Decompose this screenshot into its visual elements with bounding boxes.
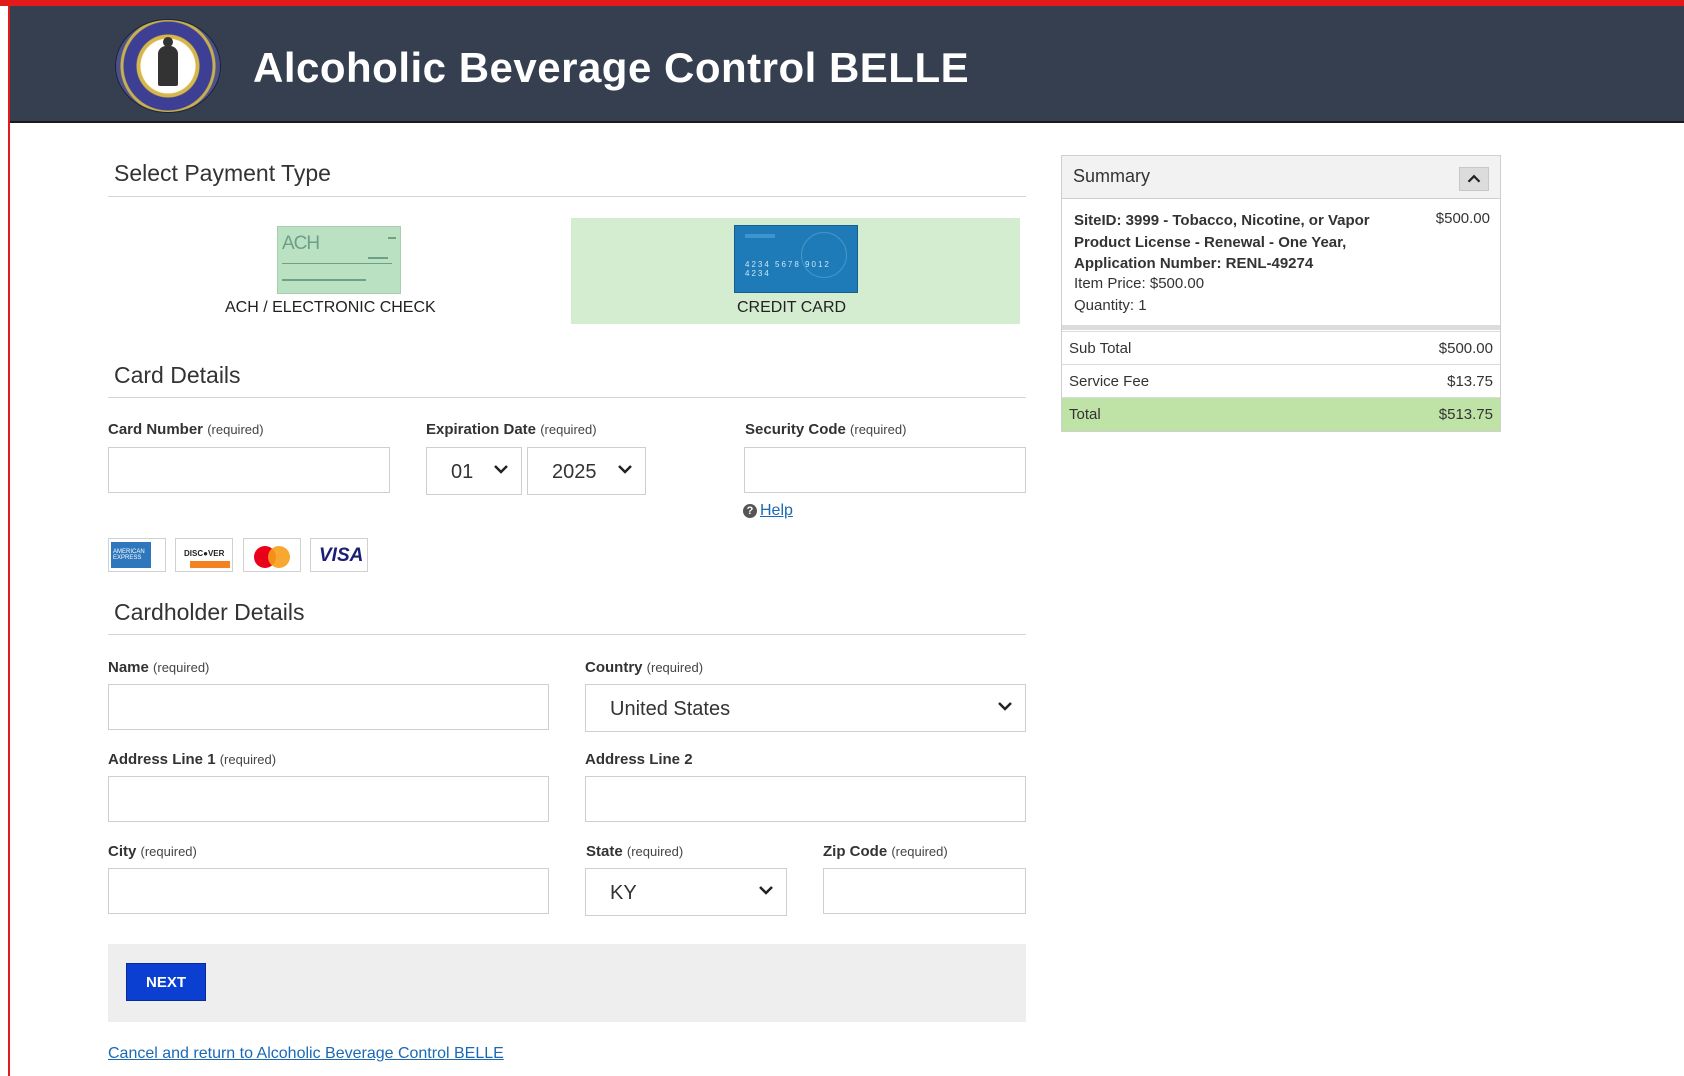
zip-code-input[interactable] — [823, 868, 1026, 914]
payment-type-divider — [108, 196, 1026, 197]
zip-code-label-text: Zip Code — [823, 843, 888, 860]
required-hint: (required) — [219, 752, 277, 767]
address-line-1-label: Address Line 1 (required) — [108, 751, 276, 768]
ach-check-icon[interactable]: ACH — [277, 226, 401, 294]
summary-header: Summary — [1062, 156, 1500, 199]
summary-total-row: Total $513.75 — [1062, 397, 1500, 431]
name-input[interactable] — [108, 684, 549, 730]
required-hint: (required) — [140, 844, 197, 859]
expiration-date-label: Expiration Date (required) — [426, 421, 597, 438]
cardholder-details-title: Cardholder Details — [114, 599, 305, 625]
card-number-label: Card Number (required) — [108, 421, 264, 438]
app-title: Alcoholic Beverage Control BELLE — [253, 44, 970, 91]
required-hint: (required) — [540, 422, 597, 437]
security-code-help-link[interactable]: Help — [760, 502, 793, 520]
country-value: United States — [610, 698, 731, 720]
expiration-year-select[interactable]: 2025 — [527, 447, 646, 495]
total-value: $513.75 — [1438, 406, 1493, 423]
chevron-up-icon — [1467, 174, 1481, 183]
app-header: Alcoholic Beverage Control BELLE — [10, 6, 1684, 123]
cancel-return-link[interactable]: Cancel and return to Alcoholic Beverage … — [108, 1045, 504, 1063]
required-hint: (required) — [153, 660, 210, 675]
summary-title: Summary — [1073, 166, 1151, 186]
security-code-input[interactable] — [744, 447, 1026, 493]
summary-separator — [1062, 325, 1500, 330]
window-frame-left — [8, 0, 10, 1076]
name-label: Name (required) — [108, 659, 209, 676]
summary-service-fee-row: Service Fee $13.75 — [1062, 364, 1500, 397]
seal-figure-icon — [158, 37, 178, 86]
required-hint: (required) — [891, 844, 948, 859]
required-hint: (required) — [207, 422, 264, 437]
payment-option-credit-card-label[interactable]: CREDIT CARD — [737, 299, 846, 317]
summary-subtotal-row: Sub Total $500.00 — [1062, 331, 1500, 364]
subtotal-value: $500.00 — [1438, 340, 1493, 357]
expiration-date-label-text: Expiration Date — [426, 421, 537, 438]
name-label-text: Name — [108, 659, 149, 676]
required-hint: (required) — [850, 422, 907, 437]
address-line-2-label-text: Address Line 2 — [585, 751, 693, 768]
city-label-text: City — [108, 843, 137, 860]
service-fee-value: $13.75 — [1447, 373, 1493, 390]
state-value: KY — [610, 882, 637, 904]
address-line-1-label-text: Address Line 1 — [108, 751, 216, 768]
expiration-month-select[interactable]: 01 — [426, 447, 522, 495]
card-details-divider — [108, 397, 1026, 398]
chevron-down-icon — [998, 702, 1012, 711]
address-line-2-input[interactable] — [585, 776, 1026, 822]
city-label: City (required) — [108, 843, 197, 860]
address-line-1-input[interactable] — [108, 776, 549, 822]
state-label: State (required) — [586, 843, 683, 860]
summary-collapse-button[interactable] — [1459, 167, 1489, 191]
card-number-input[interactable] — [108, 447, 390, 493]
next-button[interactable]: NEXT — [126, 963, 206, 1001]
expiration-month-value: 01 — [451, 461, 474, 483]
summary-item-amount: $500.00 — [1435, 210, 1490, 227]
country-label-text: Country — [585, 659, 643, 676]
total-label: Total — [1069, 406, 1101, 423]
payment-option-ach-label[interactable]: ACH / ELECTRONIC CHECK — [225, 299, 436, 317]
cardholder-details-divider — [108, 634, 1026, 635]
visa-icon: VISA — [310, 538, 368, 572]
required-hint: (required) — [626, 844, 684, 859]
chevron-down-icon — [759, 886, 773, 895]
action-bar — [108, 944, 1026, 1022]
discover-icon: DISC●VER — [175, 538, 233, 572]
address-line-2-label: Address Line 2 — [585, 751, 693, 768]
mastercard-icon — [243, 538, 301, 572]
summary-item-description: SiteID: 3999 - Tobacco, Nicotine, or Vap… — [1074, 212, 1370, 272]
country-label: Country (required) — [585, 659, 703, 676]
summary-quantity: Quantity: 1 — [1074, 297, 1147, 314]
credit-card-icon[interactable]: 4234 5678 9012 4234 — [734, 225, 858, 293]
chevron-down-icon — [494, 465, 508, 474]
service-fee-label: Service Fee — [1069, 373, 1150, 390]
required-hint: (required) — [646, 660, 704, 675]
subtotal-label: Sub Total — [1069, 340, 1132, 357]
state-label-text: State — [586, 843, 623, 860]
question-circle-icon[interactable]: ? — [743, 504, 757, 518]
kentucky-seal-icon — [116, 20, 220, 112]
chevron-down-icon — [618, 465, 632, 474]
state-select[interactable]: KY — [585, 868, 787, 916]
american-express-icon: AMERICAN EXPRESS — [108, 538, 166, 572]
city-input[interactable] — [108, 868, 549, 914]
zip-code-label: Zip Code (required) — [823, 843, 948, 860]
payment-type-title: Select Payment Type — [114, 160, 331, 186]
country-select[interactable]: United States — [585, 684, 1026, 732]
card-number-label-text: Card Number — [108, 421, 204, 438]
summary-item-price: Item Price: $500.00 — [1074, 275, 1205, 292]
security-code-label: Security Code (required) — [745, 421, 906, 438]
expiration-year-value: 2025 — [552, 461, 597, 483]
card-details-title: Card Details — [114, 362, 241, 388]
security-code-label-text: Security Code — [745, 421, 846, 438]
